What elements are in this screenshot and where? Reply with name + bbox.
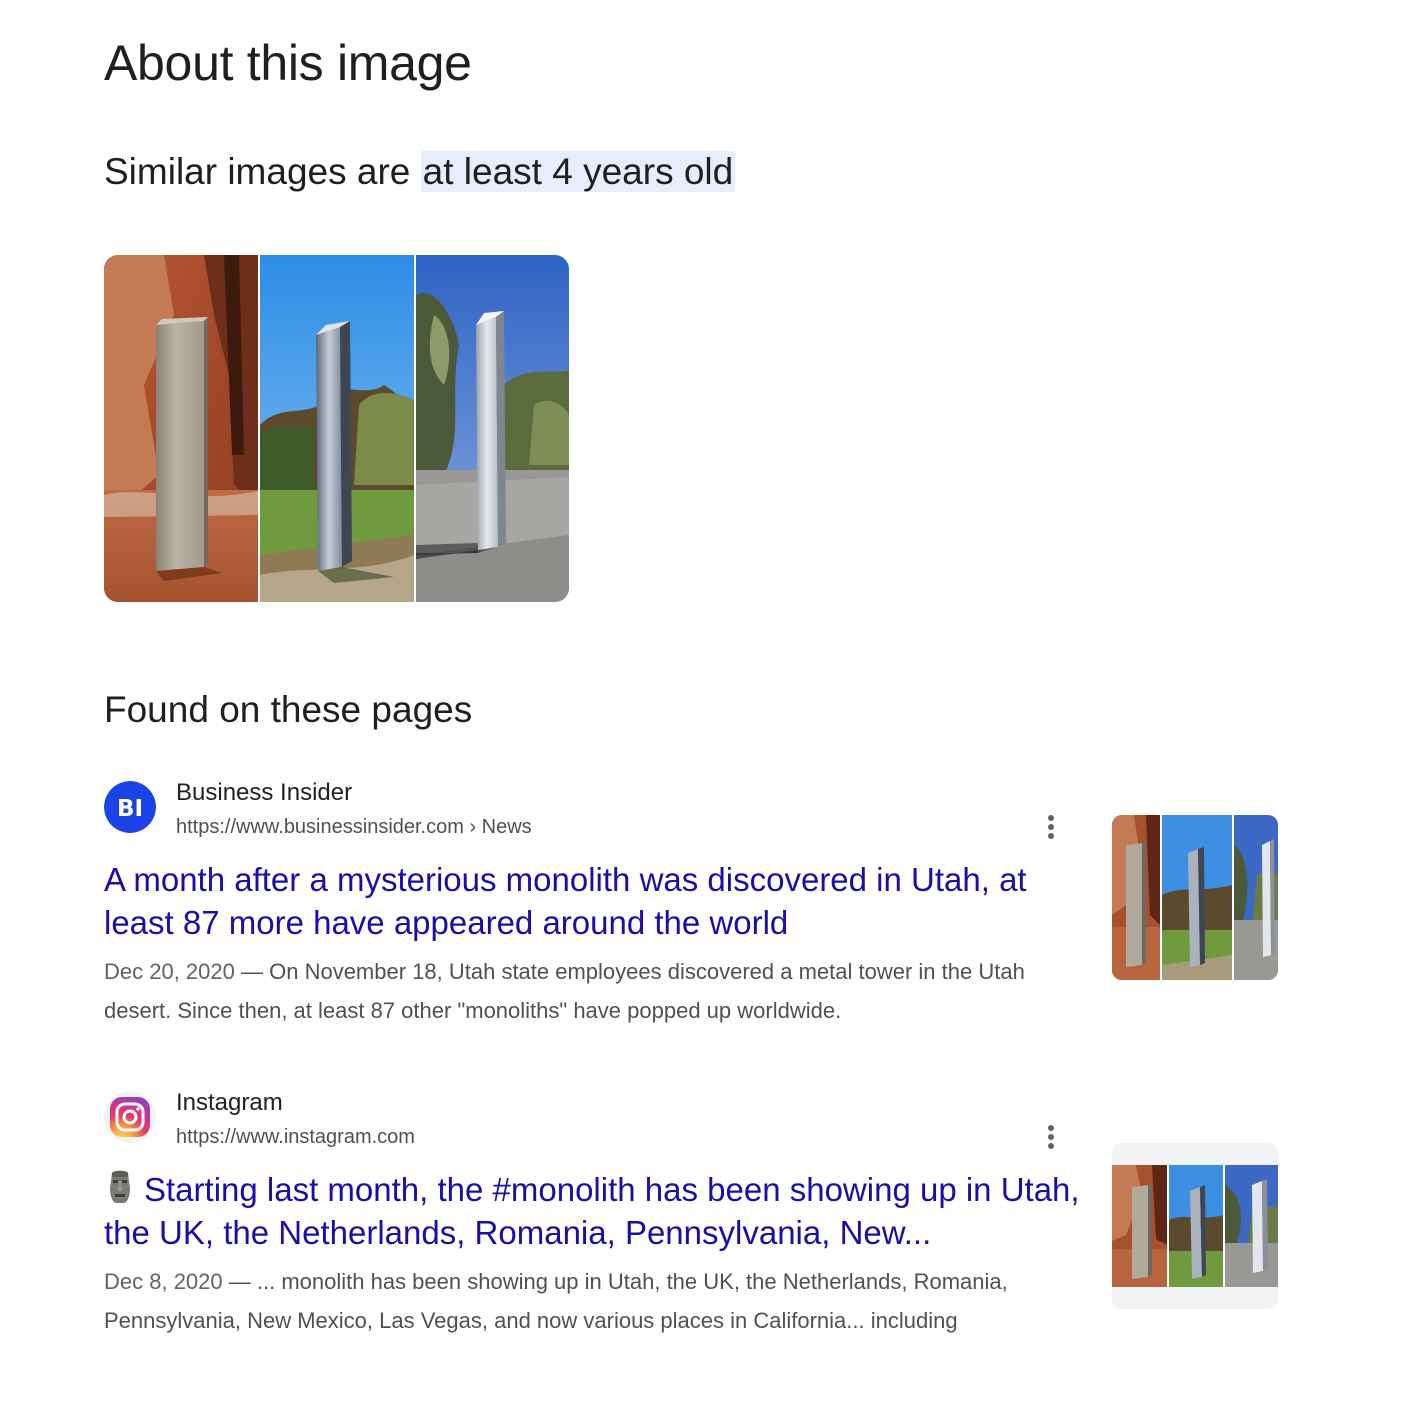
instagram-favicon[interactable] [104, 1091, 156, 1143]
result-title-link[interactable]: A month after a mysterious monolith was … [104, 858, 1094, 944]
result-date: Dec 8, 2020 [104, 1269, 223, 1294]
thumbnail-image [1112, 1143, 1278, 1309]
result-title-link[interactable]: Starting last month, the #monolith has b… [104, 1168, 1094, 1254]
result-thumbnail[interactable] [1112, 1143, 1278, 1309]
favicon-text: BI [117, 796, 143, 822]
more-options-button[interactable] [1036, 812, 1066, 842]
similar-images-collage[interactable] [104, 255, 569, 602]
age-highlight: at least 4 years old [420, 151, 736, 192]
result-snippet: Dec 8, 2020 — ... monolith has been show… [104, 1262, 1094, 1340]
age-prefix: Similar images are [104, 151, 411, 192]
site-url[interactable]: https://www.instagram.com [176, 1124, 415, 1150]
instagram-logo-icon [104, 1091, 156, 1143]
site-name[interactable]: Business Insider [176, 778, 352, 808]
business-insider-favicon[interactable]: BI [104, 781, 156, 833]
page-title: About this image [104, 35, 472, 91]
result-snippet: Dec 20, 2020 — On November 18, Utah stat… [104, 952, 1094, 1030]
snippet-separator: — [234, 959, 270, 984]
result-date: Dec 20, 2020 [104, 959, 235, 984]
collage-image [104, 255, 569, 602]
more-options-button[interactable] [1036, 1122, 1066, 1152]
result-card: BI Business Insider https://www.business… [104, 778, 1284, 1038]
image-age-line: Similar images are at least 4 years old [104, 146, 736, 198]
section-title-found-pages: Found on these pages [104, 689, 473, 730]
site-url[interactable]: https://www.businessinsider.com › News [176, 814, 532, 840]
result-title-text: Starting last month, the #monolith has b… [104, 1171, 1080, 1251]
site-name[interactable]: Instagram [176, 1088, 283, 1118]
more-vert-icon [1048, 815, 1054, 839]
more-vert-icon [1048, 1125, 1054, 1149]
result-card: Instagram https://www.instagram.com Star… [104, 1088, 1284, 1388]
thumbnail-image [1112, 815, 1278, 980]
snippet-separator: — [222, 1269, 257, 1294]
result-thumbnail[interactable] [1112, 815, 1278, 980]
moai-icon [110, 1170, 130, 1203]
